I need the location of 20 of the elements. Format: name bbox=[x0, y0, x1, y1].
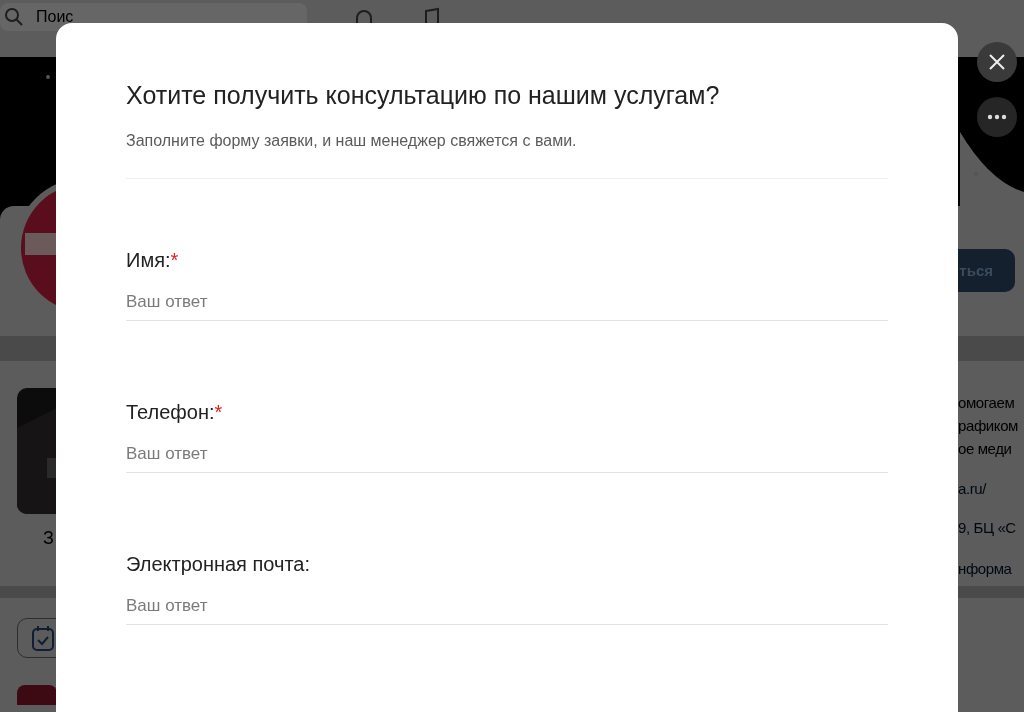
calendar-check-icon bbox=[32, 625, 54, 651]
close-icon bbox=[988, 53, 1006, 71]
dialog-title: Хотите получить консультацию по нашим услугам? bbox=[126, 81, 721, 110]
item-caption: З bbox=[42, 528, 55, 549]
address-text: 9, БЦ «С bbox=[958, 519, 1017, 536]
tab-marker bbox=[17, 685, 57, 705]
description-line: омогаем bbox=[958, 393, 1016, 413]
answer-field[interactable]: Ваш ответ bbox=[126, 292, 888, 321]
dialog-subtitle: Заполните форму заявки, и наш менеджер свяжется с вами. bbox=[126, 132, 578, 150]
search-icon bbox=[4, 7, 24, 27]
more-icon bbox=[987, 114, 1007, 120]
description-line: ое меди bbox=[958, 439, 1013, 459]
field-label: Телефон:* bbox=[126, 401, 224, 424]
more-info-link[interactable]: нформа bbox=[958, 560, 1024, 577]
description-line: рафиком bbox=[958, 416, 1019, 436]
field-label: Электронная почта: bbox=[126, 553, 312, 576]
website-link[interactable]: a.ru/ bbox=[958, 480, 1024, 497]
answer-field[interactable]: Ваш ответ bbox=[126, 596, 888, 625]
answer-field[interactable]: Ваш ответ bbox=[126, 444, 888, 473]
field-label: Имя:* bbox=[126, 249, 180, 272]
